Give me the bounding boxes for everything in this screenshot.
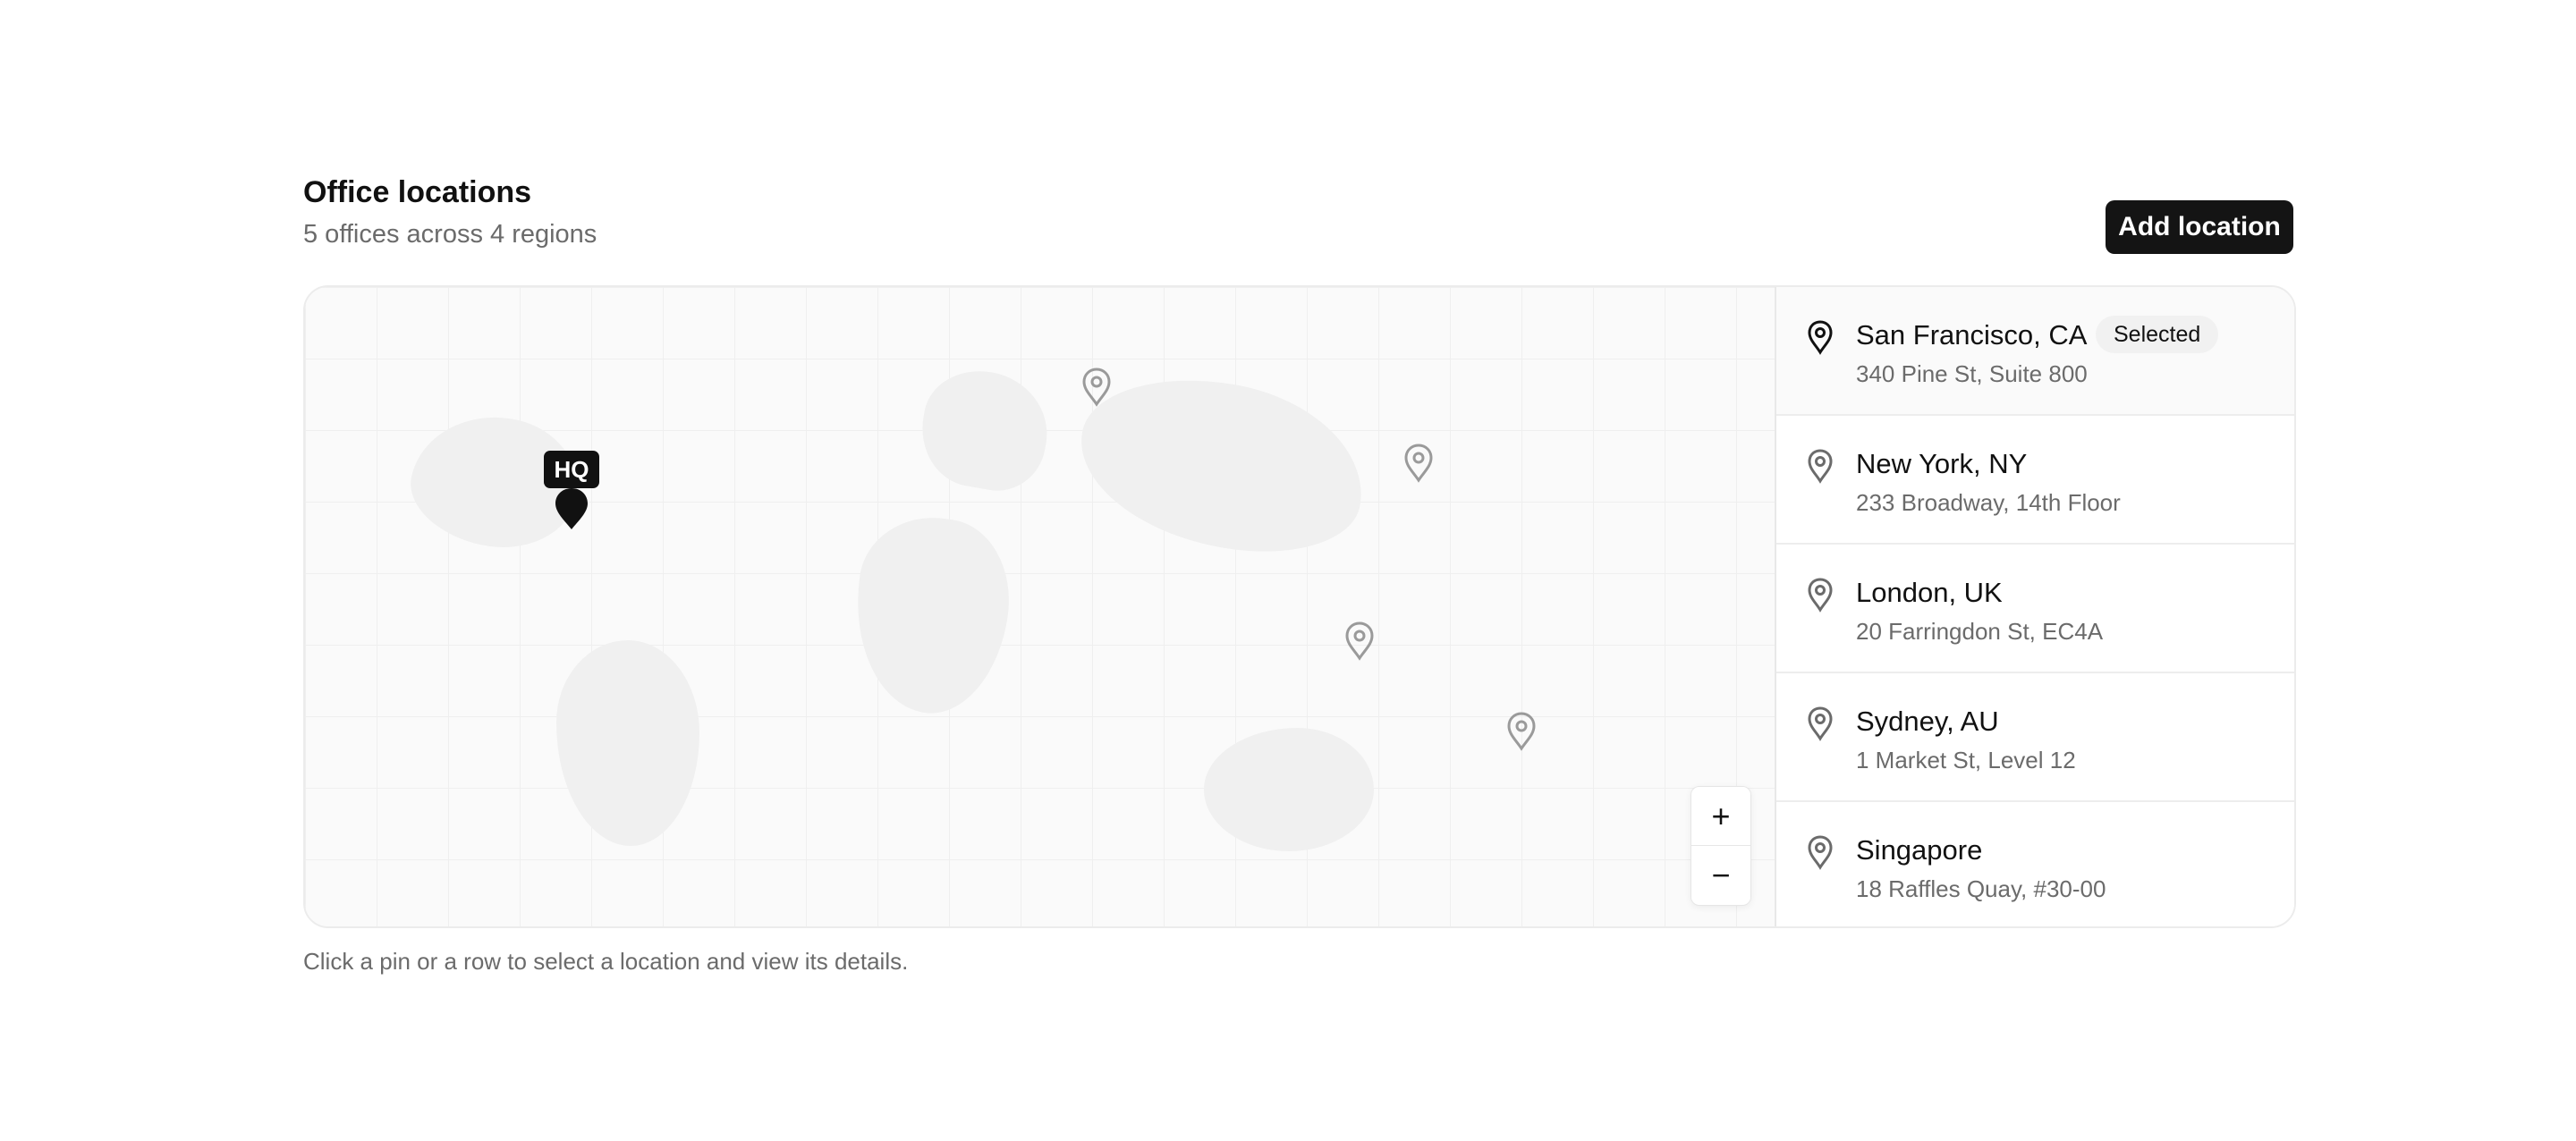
map-canvas[interactable]: HQ + − <box>305 287 1775 926</box>
zoom-in-button[interactable]: + <box>1691 787 1750 845</box>
selected-badge: Selected <box>2096 316 2219 353</box>
location-address: 233 Broadway, 14th Floor <box>1856 489 2121 516</box>
location-row-singapore[interactable]: Singapore 18 Raffles Quay, #30-00 <box>1776 802 2294 926</box>
map-pin-icon <box>1808 449 1833 484</box>
helper-text: Click a pin or a row to select a locatio… <box>303 948 909 975</box>
page-title: Office locations <box>303 175 532 209</box>
office-locations-page: Office locations 5 offices across 4 regi… <box>0 0 2576 1141</box>
add-location-button[interactable]: Add location <box>2106 200 2293 254</box>
location-name: New York, NY <box>1856 448 2028 479</box>
zoom-controls: + − <box>1690 786 1751 906</box>
zoom-out-button[interactable]: − <box>1691 846 1750 904</box>
map-pin-icon <box>1808 578 1833 613</box>
location-name: San Francisco, CA <box>1856 319 2088 351</box>
location-row-san-francisco[interactable]: San Francisco, CA Selected 340 Pine St, … <box>1776 287 2294 416</box>
location-list: San Francisco, CA Selected 340 Pine St, … <box>1776 287 2294 926</box>
landmass-australia <box>1204 728 1374 851</box>
map-pin-sydney[interactable] <box>1504 710 1539 753</box>
map-pin-outline-icon <box>1082 368 1111 407</box>
map-pin-san-francisco[interactable] <box>553 486 590 533</box>
location-address: 18 Raffles Quay, #30-00 <box>1856 875 2106 902</box>
location-name: London, UK <box>1856 577 2003 608</box>
locations-panel: HQ + − San Francisco, CA Selected 340 Pi… <box>303 285 2296 928</box>
map-pin-icon <box>1808 320 1833 355</box>
landmass-africa <box>842 508 1021 723</box>
location-address: 20 Farringdon St, EC4A <box>1856 618 2104 645</box>
location-row-new-york[interactable]: New York, NY 233 Broadway, 14th Floor <box>1776 416 2294 545</box>
landmass-south-america <box>556 640 699 846</box>
map-pin-icon <box>1808 706 1833 741</box>
page-subtitle: 5 offices across 4 regions <box>303 220 597 249</box>
map-pin-outline-icon <box>1345 621 1374 661</box>
location-name: Singapore <box>1856 834 1983 866</box>
map-pin-singapore[interactable] <box>1342 620 1377 663</box>
map-pin-outline-icon <box>1404 444 1433 483</box>
landmass-europe <box>912 361 1057 499</box>
map-pin-filled-icon <box>555 488 588 529</box>
map-pin-london[interactable] <box>1079 366 1114 409</box>
location-address: 340 Pine St, Suite 800 <box>1856 360 2088 387</box>
location-address: 1 Market St, Level 12 <box>1856 747 2076 773</box>
location-row-sydney[interactable]: Sydney, AU 1 Market St, Level 12 <box>1776 673 2294 802</box>
map-pin-new-york[interactable] <box>1401 442 1436 485</box>
location-row-london[interactable]: London, UK 20 Farringdon St, EC4A <box>1776 545 2294 673</box>
hq-label: HQ <box>544 451 599 488</box>
location-name: Sydney, AU <box>1856 706 1999 737</box>
map-pin-outline-icon <box>1507 712 1536 751</box>
map-pin-icon <box>1808 835 1833 870</box>
